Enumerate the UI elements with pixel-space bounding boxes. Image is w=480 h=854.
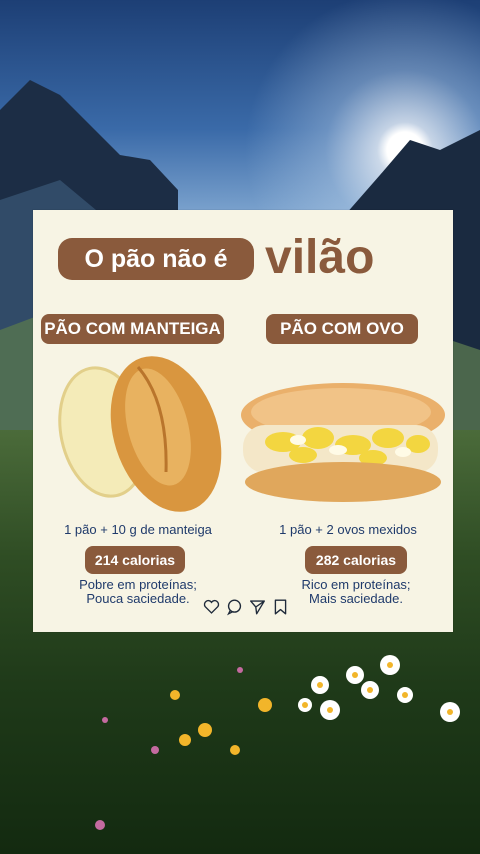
infographic-card: O pão não é vilão PÃO COM MANTEIGA PÃO C… [33, 210, 453, 632]
egg-bread-note-line2: Mais saciedade. [309, 591, 403, 606]
post-actions [203, 598, 289, 620]
butter-bread-calories: 214 calorias [85, 546, 185, 574]
title-highlight: vilão [265, 231, 375, 284]
comment-icon[interactable] [226, 598, 243, 616]
title-pill: O pão não é [58, 238, 254, 280]
egg-bread-note: Rico em proteínas; Mais saciedade. [261, 578, 451, 606]
share-icon[interactable] [249, 598, 266, 616]
butter-bread-description: 1 pão + 10 g de manteiga [64, 522, 212, 537]
egg-bread-calories: 282 calorias [305, 546, 407, 574]
egg-bread-description: 1 pão + 2 ovos mexidos [279, 522, 417, 537]
flowers [95, 655, 460, 830]
butter-bread-image [58, 356, 222, 512]
label-butter-bread: PÃO COM MANTEIGA [41, 314, 224, 344]
heart-icon[interactable] [203, 598, 220, 616]
label-egg-bread: PÃO COM OVO [266, 314, 418, 344]
bookmark-icon[interactable] [272, 598, 289, 616]
butter-bread-note-line1: Pobre em proteínas; [79, 577, 197, 592]
egg-bread-note-line1: Rico em proteínas; [301, 577, 411, 592]
egg-bread-image [241, 383, 445, 502]
